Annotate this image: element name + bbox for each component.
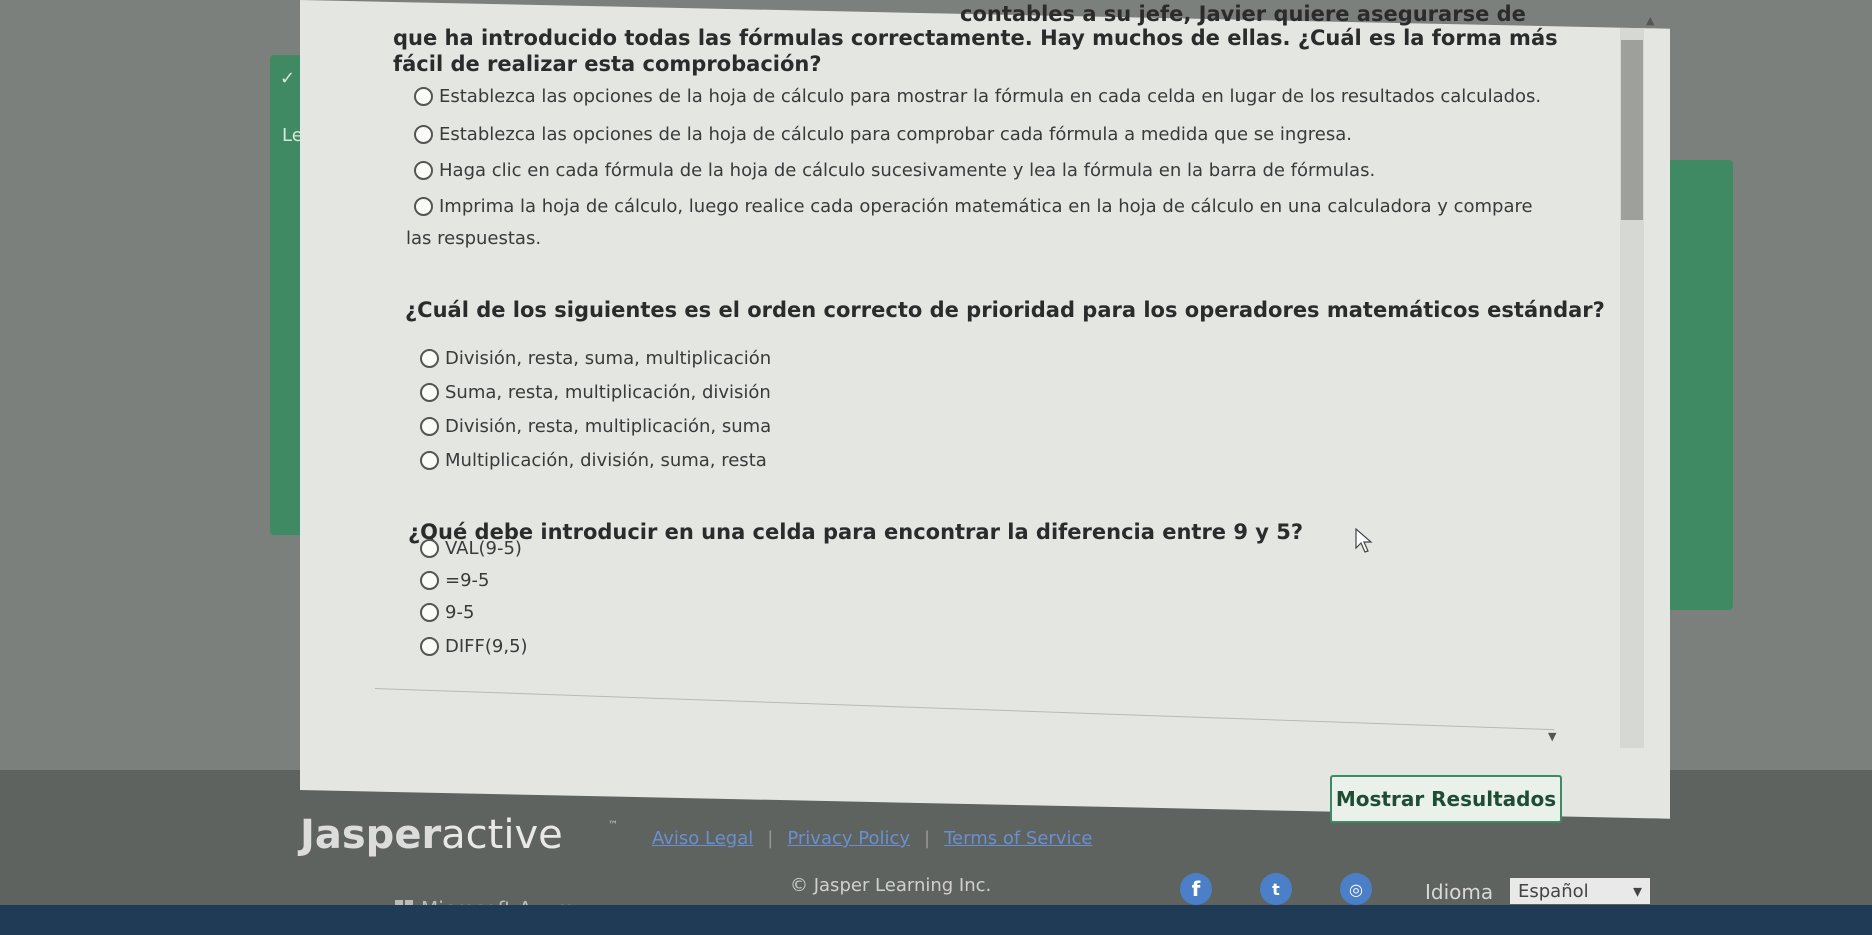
radio-button[interactable]: [414, 197, 433, 216]
q2-option-4-label: DIFF(9,5): [445, 636, 528, 657]
question-0-line2: que ha introducido todas las fórmulas co…: [393, 26, 1558, 50]
radio-button[interactable]: [420, 451, 439, 470]
q1-option-4-label: Multiplicación, división, suma, resta: [445, 450, 767, 471]
q0-option-4-continuation: las respuestas.: [406, 228, 542, 249]
radio-button[interactable]: [414, 87, 433, 106]
radio-button[interactable]: [414, 125, 433, 144]
scrollbar-thumb[interactable]: [1621, 40, 1643, 220]
radio-button[interactable]: [420, 603, 439, 622]
radio-button[interactable]: [420, 383, 439, 402]
q0-option-3-label: Haga clic en cada fórmula de la hoja de …: [439, 160, 1376, 181]
question-0-tail: contables a su jefe, Javier quiere asegu…: [960, 2, 1526, 26]
terms-of-service-link[interactable]: Terms of Service: [944, 828, 1092, 849]
footer-links: Aviso Legal | Privacy Policy | Terms of …: [652, 828, 1092, 849]
facebook-icon[interactable]: f: [1180, 873, 1212, 905]
link-separator: |: [767, 828, 774, 849]
q0-option-4[interactable]: Imprima la hoja de cálculo, luego realic…: [414, 196, 1533, 217]
question-2-text: ¿Qué debe introducir en una celda para e…: [408, 520, 1304, 544]
q0-option-2[interactable]: Establezca las opciones de la hoja de cá…: [414, 124, 1352, 145]
q2-option-1-label: VAL(9-5): [445, 538, 522, 559]
radio-button[interactable]: [420, 539, 439, 558]
scroll-down-icon[interactable]: ▼: [1548, 730, 1556, 743]
q2-option-2[interactable]: =9-5: [420, 570, 489, 591]
q1-option-3-label: División, resta, multiplicación, suma: [445, 416, 772, 437]
question-0-line3: fácil de realizar esta comprobación?: [393, 52, 822, 76]
q1-option-4[interactable]: Multiplicación, división, suma, resta: [420, 450, 767, 471]
copyright: © Jasper Learning Inc.: [790, 875, 992, 896]
scroll-up-icon[interactable]: ▲: [1646, 14, 1654, 27]
q0-option-1[interactable]: Establezca las opciones de la hoja de cá…: [414, 86, 1541, 107]
q1-option-3[interactable]: División, resta, multiplicación, suma: [420, 416, 771, 437]
q2-option-4[interactable]: DIFF(9,5): [420, 636, 528, 657]
logo-light: active: [441, 812, 563, 858]
language-select[interactable]: Español ▾: [1510, 878, 1650, 904]
twitter-icon[interactable]: t: [1260, 873, 1292, 905]
radio-button[interactable]: [420, 571, 439, 590]
question-1-text: ¿Cuál de los siguientes es el orden corr…: [405, 298, 1605, 322]
radio-button[interactable]: [420, 637, 439, 656]
legal-notice-link[interactable]: Aviso Legal: [652, 828, 753, 849]
mouse-cursor-icon: [1355, 528, 1373, 553]
q1-option-2-label: Suma, resta, multiplicación, división: [445, 382, 771, 403]
show-results-button[interactable]: Mostrar Resultados: [1330, 775, 1562, 823]
q0-option-1-label: Establezca las opciones de la hoja de cá…: [439, 86, 1542, 107]
language-label: Idioma: [1425, 880, 1494, 904]
trademark: ™: [608, 820, 618, 831]
radio-button[interactable]: [420, 349, 439, 368]
q2-option-1[interactable]: VAL(9-5): [420, 538, 522, 559]
q2-option-3-label: 9-5: [445, 602, 475, 623]
q2-option-2-label: =9-5: [445, 570, 490, 591]
link-separator: |: [924, 828, 931, 849]
q1-option-2[interactable]: Suma, resta, multiplicación, división: [420, 382, 771, 403]
radio-button[interactable]: [420, 417, 439, 436]
q0-option-4-label: Imprima la hoja de cálculo, luego realic…: [439, 196, 1533, 217]
language-value: Español: [1518, 880, 1589, 902]
q2-option-3[interactable]: 9-5: [420, 602, 474, 623]
radio-button[interactable]: [414, 161, 433, 180]
quiz-panel: [300, 0, 1670, 819]
q0-option-3[interactable]: Haga clic en cada fórmula de la hoja de …: [414, 160, 1375, 181]
q1-option-1-label: División, resta, suma, multiplicación: [445, 348, 772, 369]
chevron-down-icon: ▾: [1632, 880, 1642, 902]
q1-option-1[interactable]: División, resta, suma, multiplicación: [420, 348, 771, 369]
instagram-icon[interactable]: ◎: [1340, 873, 1372, 905]
privacy-policy-link[interactable]: Privacy Policy: [787, 828, 910, 849]
jasperactive-logo: Jasperactive: [300, 812, 563, 858]
taskbar: [0, 905, 1872, 935]
logo-bold: Jasper: [300, 812, 442, 858]
q0-option-2-label: Establezca las opciones de la hoja de cá…: [439, 124, 1352, 145]
